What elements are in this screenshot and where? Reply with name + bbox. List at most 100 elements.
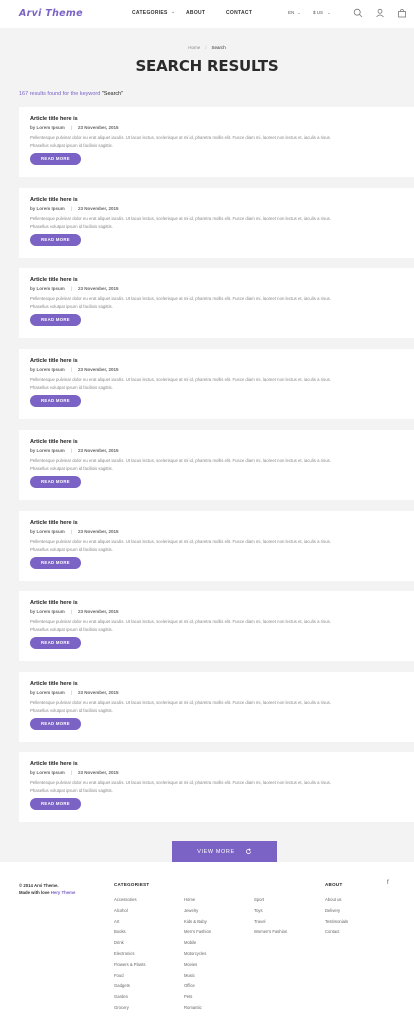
- article-title[interactable]: Article title here is: [30, 197, 78, 203]
- article-excerpt: Pellentesque pulvinar dolor eu erat aliq…: [30, 779, 414, 794]
- article-meta: by Lorem Ipsum | 23 November, 2015: [30, 690, 118, 695]
- footer-about-link[interactable]: Delivery: [325, 906, 348, 917]
- read-more-button[interactable]: READ MORE: [30, 718, 81, 730]
- footer-category-link[interactable]: Accessories: [114, 895, 145, 906]
- chevron-down-icon: ⌄: [327, 10, 331, 15]
- footer-category-link[interactable]: Jewelry: [184, 906, 211, 917]
- view-more-label: VIEW MORE: [197, 848, 235, 855]
- site-footer: © 2014 Arvi Theme. Made with love Hery T…: [0, 862, 414, 1024]
- footer-category-link[interactable]: Music: [184, 971, 211, 982]
- footer-category-link[interactable]: Home: [184, 895, 211, 906]
- footer-category-link[interactable]: Men's Fashion: [184, 927, 211, 938]
- footer-category-link[interactable]: Movies: [184, 960, 211, 971]
- nav-categories[interactable]: CATEGORIES: [132, 10, 168, 16]
- read-more-button[interactable]: READ MORE: [30, 557, 81, 569]
- footer-category-link[interactable]: Grocery: [114, 1003, 145, 1014]
- article-card: Article title here is by Lorem Ipsum | 23 N…: [19, 188, 414, 258]
- made-with-text: Made with love: [19, 890, 50, 895]
- breadcrumb-home[interactable]: Home: [188, 45, 200, 50]
- footer-brand-link[interactable]: Hery Theme: [51, 890, 76, 895]
- read-more-button[interactable]: READ MORE: [30, 153, 81, 165]
- results-keyword: "Search": [101, 91, 124, 97]
- shopping-bag-icon[interactable]: [397, 8, 407, 18]
- article-meta: by Lorem Ipsum | 23 November, 2015: [30, 529, 118, 534]
- article-excerpt-line2: Phasellus volutpat ipsum id facilisis sa…: [30, 787, 113, 793]
- footer-about-link[interactable]: About us: [325, 895, 348, 906]
- footer-categories-col2: Home Jewelry Kids & Baby Men's Fashion Mobil…: [184, 895, 211, 1014]
- footer-category-link[interactable]: Books: [114, 927, 145, 938]
- article-excerpt-line2: Phasellus volutpat ipsum id facilisis sa…: [30, 546, 113, 552]
- meta-divider: |: [70, 448, 72, 453]
- footer-category-link[interactable]: Electronics: [114, 949, 145, 960]
- site-header: Arvi Theme CATEGORIES ⌄ ABOUT CONTACT EN…: [0, 0, 414, 28]
- footer-categories-col3: Sport Toys Travel Women's Fashion: [254, 895, 287, 938]
- footer-category-link[interactable]: Kids & Baby: [184, 917, 211, 928]
- user-icon[interactable]: [375, 8, 385, 18]
- article-author: by Lorem Ipsum: [30, 125, 65, 130]
- site-logo[interactable]: Arvi Theme: [19, 8, 83, 19]
- footer-category-link[interactable]: Women's Fashion: [254, 927, 287, 938]
- article-author: by Lorem Ipsum: [30, 690, 65, 695]
- article-card: Article title here is by Lorem Ipsum | 23 N…: [19, 107, 414, 177]
- article-date: 23 November, 2015: [77, 770, 119, 775]
- article-excerpt: Pellentesque pulvinar dolor eu erat aliq…: [30, 618, 414, 633]
- article-title[interactable]: Article title here is: [30, 761, 78, 767]
- read-more-button[interactable]: READ MORE: [30, 314, 81, 326]
- footer-category-link[interactable]: Alcohol: [114, 906, 145, 917]
- made-with-line: Made with love Hery Theme: [19, 889, 75, 896]
- read-more-button[interactable]: READ MORE: [30, 395, 81, 407]
- footer-category-link[interactable]: Toys: [254, 906, 287, 917]
- footer-category-link[interactable]: Travel: [254, 917, 287, 928]
- article-card: Article title here is by Lorem Ipsum | 23 N…: [19, 752, 414, 822]
- article-title[interactable]: Article title here is: [30, 358, 78, 364]
- meta-divider: |: [70, 125, 72, 130]
- footer-about-heading: ABOUT: [325, 882, 343, 887]
- footer-category-link[interactable]: Food: [114, 971, 145, 982]
- footer-category-link[interactable]: Motorcycles: [184, 949, 211, 960]
- language-select[interactable]: EN: [288, 10, 294, 15]
- footer-category-link[interactable]: Art: [114, 917, 145, 928]
- nav-contact[interactable]: CONTACT: [226, 10, 252, 16]
- search-icon[interactable]: [353, 8, 363, 18]
- footer-category-link[interactable]: Sport: [254, 895, 287, 906]
- chevron-down-icon: ⌄: [297, 10, 301, 15]
- footer-category-link[interactable]: Drink: [114, 938, 145, 949]
- social-icon[interactable]: f: [387, 880, 389, 886]
- footer-about-link[interactable]: Testimonials: [325, 917, 348, 928]
- article-author: by Lorem Ipsum: [30, 609, 65, 614]
- article-author: by Lorem Ipsum: [30, 206, 65, 211]
- article-meta: by Lorem Ipsum | 23 November, 2015: [30, 448, 118, 453]
- footer-category-link[interactable]: Flowers & Plants: [114, 960, 145, 971]
- article-date: 23 November, 2015: [77, 529, 119, 534]
- article-title[interactable]: Article title here is: [30, 277, 78, 283]
- breadcrumb-current: Search: [211, 45, 226, 50]
- article-date: 23 November, 2015: [77, 286, 119, 291]
- article-title[interactable]: Article title here is: [30, 520, 78, 526]
- article-excerpt-line1: Pellentesque pulvinar dolor eu erat aliq…: [30, 619, 331, 624]
- footer-category-link[interactable]: Office: [184, 981, 211, 992]
- currency-select[interactable]: $ US: [313, 10, 323, 15]
- footer-category-link[interactable]: Mobile: [184, 938, 211, 949]
- article-excerpt: Pellentesque pulvinar dolor eu erat aliq…: [30, 376, 414, 391]
- article-excerpt: Pellentesque pulvinar dolor eu erat aliq…: [30, 457, 414, 472]
- footer-category-link[interactable]: Garden: [114, 992, 145, 1003]
- article-title[interactable]: Article title here is: [30, 116, 78, 122]
- article-date: 23 November, 2015: [77, 206, 119, 211]
- article-title[interactable]: Article title here is: [30, 439, 78, 445]
- article-card: Article title here is by Lorem Ipsum | 23 N…: [19, 349, 414, 419]
- read-more-button[interactable]: READ MORE: [30, 234, 81, 246]
- view-more-button[interactable]: VIEW MORE: [172, 841, 277, 862]
- read-more-button[interactable]: READ MORE: [30, 476, 81, 488]
- article-excerpt-line1: Pellentesque pulvinar dolor eu erat aliq…: [30, 377, 331, 382]
- article-excerpt-line2: Phasellus volutpat ipsum id facilisis sa…: [30, 707, 113, 713]
- footer-about-link[interactable]: Contact: [325, 927, 348, 938]
- nav-about[interactable]: ABOUT: [186, 10, 205, 16]
- read-more-button[interactable]: READ MORE: [30, 798, 81, 810]
- footer-about-links: About us Delivery Testimonials Contact: [325, 895, 348, 938]
- footer-category-link[interactable]: Romantic: [184, 1003, 211, 1014]
- footer-category-link[interactable]: Pets: [184, 992, 211, 1003]
- footer-category-link[interactable]: Gadgets: [114, 981, 145, 992]
- article-title[interactable]: Article title here is: [30, 600, 78, 606]
- read-more-button[interactable]: READ MORE: [30, 637, 81, 649]
- article-title[interactable]: Article title here is: [30, 681, 78, 687]
